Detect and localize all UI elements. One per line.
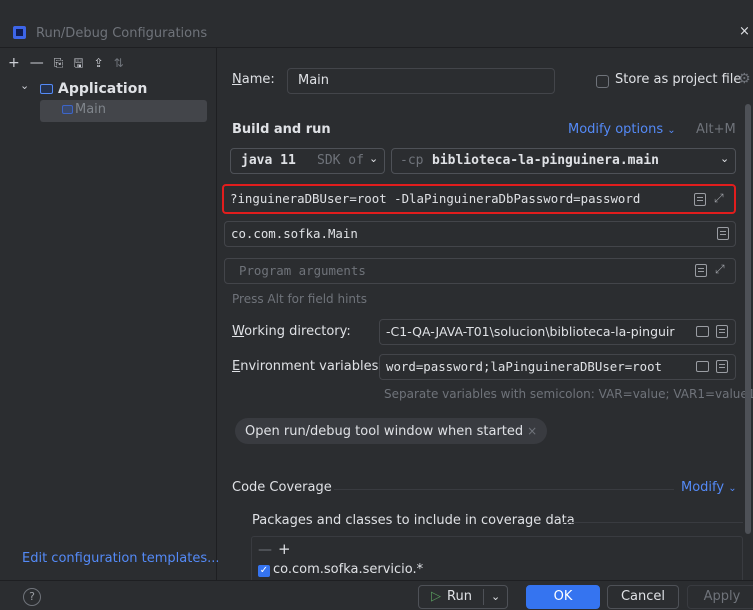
coverage-modify-label: Modify [681,480,725,495]
edit-configuration-templates-link[interactable]: Edit configuration templates... [22,551,220,566]
name-label: Name: [232,72,275,87]
tree-toolbar: + — ⎘ 🖫 ⇪ ⇅ [8,54,124,72]
name-field-value: Main [298,73,330,88]
configuration-editor-panel: Name: Main Store as project file ⚙ Build… [218,48,753,580]
add-configuration-icon[interactable]: + [8,55,20,71]
gear-icon[interactable]: ⚙ [738,71,751,87]
jre-select-value: java 11 [241,153,296,168]
maximize-icon[interactable]: ⤢ [715,262,725,277]
browse-folder-icon[interactable] [696,326,709,337]
build-and-run-title: Build and run [232,122,331,137]
field-hint-text: Press Alt for field hints [232,292,367,306]
tree-item-application[interactable]: ⌄ Application [0,78,217,100]
run-button-content: ▷ Run [431,586,472,608]
run-label: Run [447,589,472,604]
sort-configurations-icon[interactable]: ⇅ [114,55,124,71]
help-button[interactable]: ? [23,588,41,606]
code-coverage-title: Code Coverage [232,480,332,495]
main-class-value: co.com.sofka.Main [231,226,358,241]
environment-variables-value: word=password;laPinguineraDBUser=root [386,359,663,374]
package-enabled-checkbox[interactable]: ✓ [258,565,270,577]
copy-configuration-icon[interactable]: ⎘ [54,55,64,71]
coverage-packages-title: Packages and classes to include in cover… [252,513,575,528]
jre-select[interactable]: java 11 SDK of ⌄ [230,148,385,174]
vm-options-value: ?inguineraDBUser=root -DlaPinguineraDbPa… [230,191,641,206]
play-icon: ▷ [431,589,441,604]
tree-item-main[interactable]: Main [40,100,207,122]
expand-field-icon[interactable] [695,264,707,277]
application-config-icon [62,105,73,114]
environment-variables-field[interactable]: word=password;laPinguineraDBUser=root [379,354,736,380]
insert-macro-icon[interactable] [716,325,728,338]
vm-options-field[interactable]: ?inguineraDBUser=root -DlaPinguineraDbPa… [222,184,736,214]
store-as-project-file-checkbox[interactable] [596,75,609,88]
ok-button[interactable]: OK [526,585,600,609]
classpath-prefix: -cp [400,153,424,168]
chevron-down-icon: ⌄ [728,483,737,494]
vertical-scrollbar[interactable] [745,104,751,534]
expand-field-icon[interactable] [694,193,706,206]
classpath-module-select[interactable]: -cp biblioteca-la-pinguinera.main ⌄ [391,148,736,174]
jre-select-suffix: SDK of [317,153,364,168]
close-window-button[interactable]: × [739,24,750,39]
configuration-tree-panel: + — ⎘ 🖫 ⇪ ⇅ ⌄ Application Main Edit conf… [0,48,220,580]
chip-label: Open run/debug tool window when started [245,424,524,439]
remove-package-icon[interactable]: — [258,542,272,558]
section-divider [563,522,743,523]
environment-variables-hint: Separate variables with semicolon: VAR=v… [384,387,753,401]
remove-configuration-icon[interactable]: — [30,55,44,71]
cancel-button[interactable]: Cancel [607,585,679,609]
chevron-down-icon: ⌄ [720,152,730,165]
environment-variables-label: Environment variables: [232,359,383,374]
modify-options-shortcut: Alt+M [696,122,736,137]
browse-main-class-icon[interactable] [717,227,729,240]
working-directory-label: Working directory: [232,324,351,339]
open-tool-window-option-chip[interactable]: Open run/debug tool window when started × [235,418,548,444]
chevron-down-icon: ⌄ [369,152,379,165]
modify-options-label: Modify options [568,122,664,137]
modify-options-link[interactable]: Modify options ⌄ [568,122,676,137]
main-class-field[interactable]: co.com.sofka.Main [224,221,736,247]
apply-button[interactable]: Apply [687,585,753,609]
working-directory-field[interactable]: -C1-QA-JAVA-T01\solucion\biblioteca-la-p… [379,319,736,345]
tree-item-label: Application [58,81,148,97]
store-as-project-file-label[interactable]: Store as project file [615,72,741,87]
chevron-down-icon[interactable]: ⌄ [20,79,29,92]
edit-env-icon[interactable] [716,360,728,373]
program-arguments-field[interactable]: Program arguments ⤢ [224,258,736,284]
chevron-down-icon: ⌄ [667,125,676,136]
classpath-module-value: biblioteca-la-pinguinera.main [432,153,659,168]
save-configuration-icon[interactable]: 🖫 [73,55,83,71]
coverage-modify-link[interactable]: Modify ⌄ [681,480,737,495]
program-arguments-placeholder: Program arguments [239,263,366,278]
section-divider [334,489,674,490]
application-icon [40,84,53,94]
browse-env-file-icon[interactable] [696,361,709,372]
working-directory-value: -C1-QA-JAVA-T01\solucion\biblioteca-la-p… [386,324,675,339]
remove-option-icon[interactable]: × [527,424,537,438]
add-package-icon[interactable]: + [278,540,291,558]
title-bar: Run/Debug Configurations × [0,0,753,48]
window-title: Run/Debug Configurations [36,26,208,41]
dialog-button-bar: ? ▷ Run ⌄ OK Cancel Apply [0,580,753,610]
name-field[interactable]: Main [287,68,555,94]
tree-item-label: Main [75,102,107,117]
intellij-app-icon [13,26,26,39]
chevron-down-icon[interactable]: ⌄ [491,586,500,608]
maximize-icon[interactable]: ⤢ [714,191,724,206]
run-button-separator [483,589,484,605]
coverage-package-item: co.com.sofka.servicio.* [273,562,424,577]
run-button[interactable]: ▷ Run ⌄ [418,585,508,609]
move-into-folder-icon[interactable]: ⇪ [94,55,104,71]
